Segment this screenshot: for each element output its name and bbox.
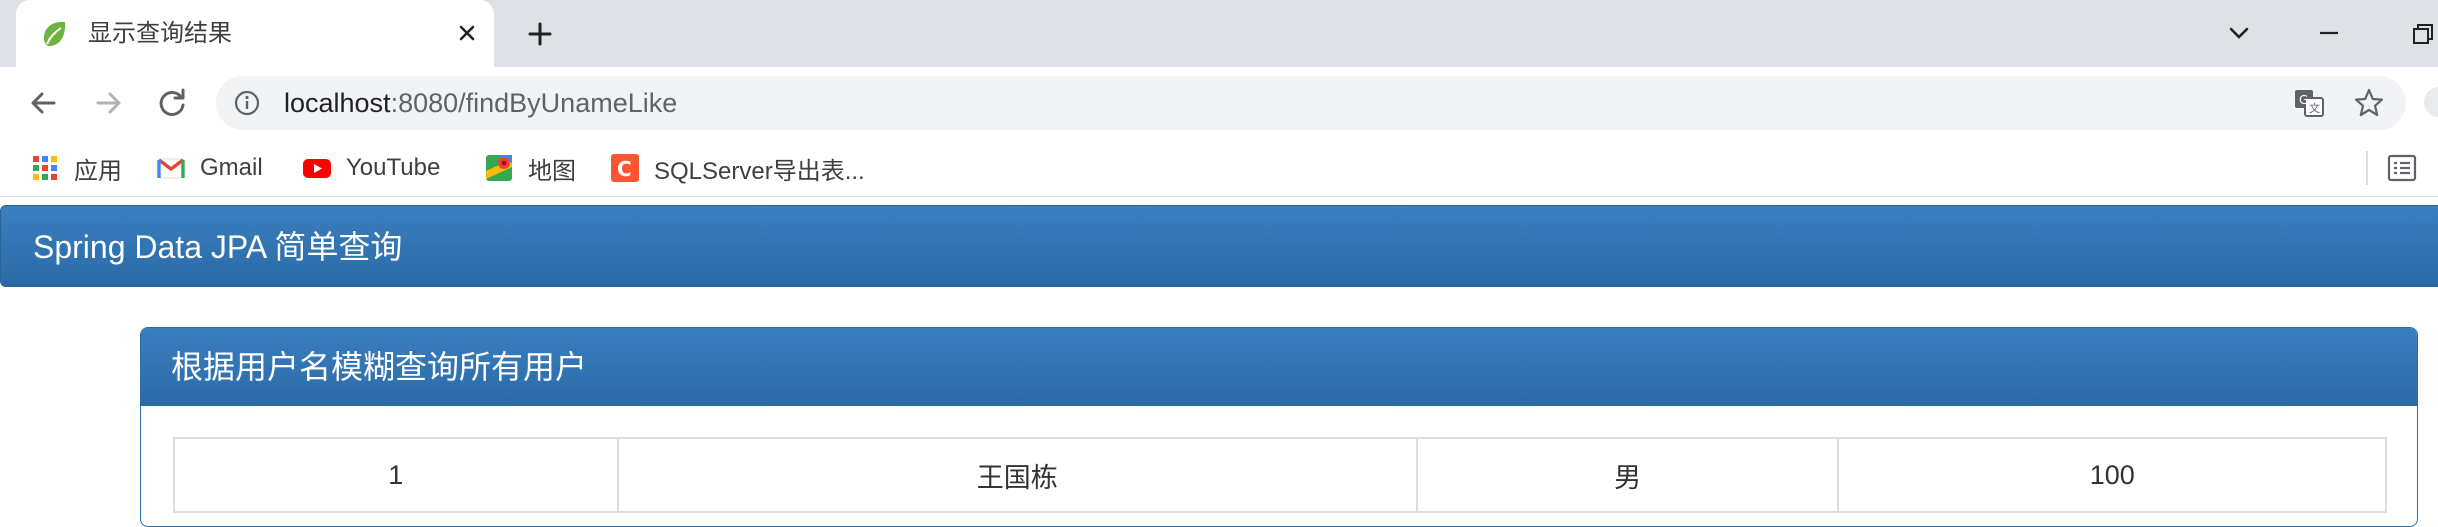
translate-icon[interactable]: G 文 <box>2292 86 2326 120</box>
bookmark-maps[interactable]: 地图 <box>484 151 576 185</box>
bookmark-label: 应用 <box>74 157 122 185</box>
page-navbar: Spring Data JPA 简单查询 <box>0 205 2438 287</box>
bookmark-label: 地图 <box>528 157 576 185</box>
apps-grid-icon <box>33 156 57 180</box>
cell-id: 1 <box>173 437 619 513</box>
navbar-brand[interactable]: Spring Data JPA 简单查询 <box>33 228 402 266</box>
forward-arrow-icon[interactable] <box>86 81 130 125</box>
restore-icon[interactable] <box>2400 10 2438 56</box>
address-bar[interactable]: localhost:8080/findByUnameLike G 文 <box>216 76 2406 130</box>
spring-leaf-icon <box>43 21 66 46</box>
bookmark-label: YouTube <box>346 154 441 181</box>
panel-heading: 根据用户名模糊查询所有用户 <box>141 328 2417 406</box>
reload-icon[interactable] <box>150 81 194 125</box>
user-table: 1 王国栋 男 100 <box>173 437 2387 513</box>
panel-title: 根据用户名模糊查询所有用户 <box>171 349 588 385</box>
close-tab-icon[interactable] <box>450 16 484 50</box>
back-arrow-icon[interactable] <box>22 81 66 125</box>
gmail-icon <box>157 158 185 179</box>
tab-title: 显示查询结果 <box>88 20 232 47</box>
cell-name: 王国栋 <box>616 437 1418 513</box>
bookmark-label: Gmail <box>200 154 263 181</box>
site-info-icon[interactable] <box>234 90 260 116</box>
profile-avatar[interactable] <box>2424 87 2438 117</box>
bookmark-apps[interactable]: 应用 <box>30 151 122 185</box>
reading-list-icon[interactable] <box>2386 152 2418 184</box>
svg-text:C: C <box>617 157 632 181</box>
new-tab-icon[interactable] <box>520 14 560 54</box>
minimize-icon[interactable] <box>2306 10 2352 56</box>
bookmark-star-icon[interactable] <box>2352 86 2386 120</box>
bookmark-csdn[interactable]: C SQLServer导出表... <box>610 151 865 185</box>
youtube-icon <box>303 159 331 178</box>
result-panel: 根据用户名模糊查询所有用户 1 王国栋 男 100 <box>140 327 2418 527</box>
bookmark-youtube[interactable]: YouTube <box>302 151 440 185</box>
url-text[interactable]: localhost:8080/findByUnameLike <box>284 86 677 120</box>
cell-sex: 男 <box>1415 437 1840 513</box>
svg-text:文: 文 <box>2309 101 2320 115</box>
bookmarks-bar: 应用 Gmail YouTube 地图 C SQLServer导出表... <box>0 139 2438 197</box>
table-row: 1 王国栋 男 100 <box>173 437 2387 513</box>
bookmarks-divider <box>2366 151 2368 185</box>
tab-strip: 显示查询结果 <box>0 0 2438 67</box>
tab-search-chevron-icon[interactable] <box>2216 10 2262 56</box>
csdn-icon: C <box>611 154 639 182</box>
maps-icon <box>486 155 512 181</box>
browser-toolbar: localhost:8080/findByUnameLike G 文 <box>0 67 2438 139</box>
tab-active[interactable]: 显示查询结果 <box>16 0 494 67</box>
bookmark-label: SQLServer导出表... <box>654 157 865 185</box>
bookmark-gmail[interactable]: Gmail <box>156 151 263 185</box>
cell-score: 100 <box>1837 437 2387 513</box>
svg-text:G: G <box>2299 93 2308 107</box>
